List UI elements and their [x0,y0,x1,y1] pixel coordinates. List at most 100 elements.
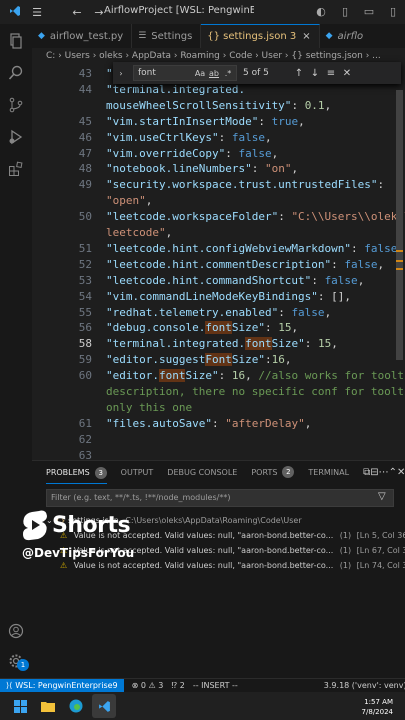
code-line[interactable]: mouseWheelScrollSensitivity": 0.1, [106,99,331,112]
code-token: "vim.useCtrlKeys" [106,130,219,144]
tab-settings-json[interactable]: {} settings.json 3 × [201,24,320,48]
regex-toggle[interactable]: .* [221,69,235,78]
extensions-icon[interactable] [0,154,32,184]
problems-filter-input[interactable]: Filter (e.g. text, **/*.ts, !**/node_mod… [46,489,394,507]
scrollbar-thumb[interactable] [396,90,403,360]
code-line[interactable]: "editor.suggestFontSize":16, [106,353,291,367]
code-line[interactable]: "terminal.integrated.fontSize": 15, [106,337,338,351]
remote-label: WSL: PengwinEnterprise9 [15,681,118,690]
copilot-icon[interactable]: ◐ [309,0,333,24]
more-actions-icon[interactable]: ⋯ [379,467,389,478]
code-line[interactable]: "leetcode.hint.commentDescription": fals… [106,258,384,271]
editor-tabs: ◆ airflow_test.py ☰ Settings {} settings… [32,24,405,48]
code-token: only this one [106,400,193,414]
filter-icon[interactable]: ▽ [378,491,386,502]
code-line[interactable]: "vim.startInInsertMode": true, [106,115,305,128]
tab-output[interactable]: OUTPUT [121,468,154,477]
code-line[interactable]: "notebook.lineNumbers": "on", [106,162,298,175]
code-token: "vim.overrideCopy" [106,146,226,160]
ports-status[interactable]: ⁉ 2 [171,681,185,690]
code-line[interactable]: "files.autoSave": "afterDelay", [106,417,311,430]
python-interpreter[interactable]: 3.9.18 ('venv': venv) [324,681,405,690]
code-line[interactable]: description, there no specific conf for … [106,385,405,398]
source-control-icon[interactable] [0,90,32,120]
run-debug-icon[interactable] [0,122,32,152]
toggle-panel-icon[interactable]: ▭ [357,0,381,24]
code-token: "files.autoSave" [106,416,212,430]
match-word-toggle[interactable]: ab [207,69,221,78]
code-line[interactable]: "vim.useCtrlKeys": false, [106,131,272,144]
tab-problems[interactable]: PROBLEMS 3 [46,466,107,484]
file-explorer-icon[interactable] [36,694,60,718]
vscode-taskbar-icon[interactable] [92,694,116,718]
code-line[interactable]: "leetcode.hint.commandShortcut": false, [106,274,364,287]
line-number: 49 [78,178,92,192]
editor-scrollbar[interactable] [394,64,403,460]
tab-airflow-test[interactable]: ◆ airflow_test.py [32,24,133,48]
next-match-icon[interactable]: ↓ [307,68,323,79]
code-line[interactable]: "redhat.telemetry.enabled": false, [106,306,331,319]
problems-status[interactable]: ⊗ 0 ⚠ 3 [132,681,164,690]
code-token: "leetcode.hint.commandShortcut" [106,273,312,287]
code-token: "on" [264,162,292,176]
code-line[interactable]: only this one [106,401,192,414]
code-line[interactable]: "debug.console.fontSize": 15, [106,321,298,335]
tab-label: PORTS [251,467,278,477]
edge-browser-icon[interactable] [64,694,88,718]
search-icon[interactable] [0,58,32,88]
previous-match-icon[interactable]: ↑ [291,68,307,79]
windows-start-icon[interactable] [8,694,32,718]
find-in-selection-icon[interactable]: ≡ [323,68,339,79]
tab-airflow[interactable]: ◆ airflo [320,24,372,48]
code-token: //also works for tooltip/ [258,369,405,383]
code-token: , [271,146,279,160]
maximize-panel-icon[interactable]: ⌃ [389,467,397,478]
code-token: : [218,130,232,144]
code-token: "open" [106,194,146,208]
code-token: : [278,305,292,319]
toggle-replace-icon[interactable]: › [115,69,127,78]
code-token: "security.workspace.trust.untrustedFiles… [106,178,378,192]
toggle-sidebar-icon[interactable]: ▯ [333,0,357,24]
problem-location: [Ln 74, Col 36] [356,561,405,570]
warning-icon: ⚠ [60,561,68,570]
problem-location: [Ln 67, Col 36] [356,546,405,555]
tab-ports[interactable]: PORTS 2 [251,466,295,478]
code-line[interactable]: "terminal.integrated. [106,83,245,96]
accounts-icon[interactable] [0,616,32,646]
code-line[interactable]: "leetcode.hint.configWebviewMarkdown": f… [106,242,404,255]
match-case-toggle[interactable]: Aa [193,69,207,78]
code-line[interactable]: "vim.commandLineModeKeyBindings": [], [106,290,351,303]
tab-settings-ui[interactable]: ☰ Settings [132,24,202,48]
shorts-text: Shorts [52,512,131,538]
code-line[interactable]: "vim.overrideCopy": false, [106,147,278,160]
code-editor[interactable]: 43"editor.mouseWheelScrollSensitivity": … [32,64,405,460]
code-token: leetcode" [106,226,166,239]
code-line[interactable]: "open", [106,194,152,207]
code-line[interactable]: "leetcode.workspaceFolder": "C:\\Users\\… [106,210,405,223]
close-find-icon[interactable]: ✕ [339,68,355,79]
tab-terminal[interactable]: TERMINAL [308,468,349,477]
tab-debug-console[interactable]: DEBUG CONSOLE [167,468,237,477]
code-line[interactable]: "security.workspace.trust.untrustedFiles… [106,178,384,191]
remote-indicator[interactable]: ⟩⟨ WSL: PengwinEnterprise9 [0,678,124,693]
explorer-icon[interactable] [0,26,32,56]
code-line[interactable]: leetcode", [106,226,172,239]
code-token: false [291,305,325,319]
taskbar-clock[interactable]: 1:57 AM 7/8/2024 [362,697,393,717]
code-line[interactable]: "editor.fontSize": 16, //also works for … [106,369,405,383]
tab-label: DEBUG CONSOLE [167,467,238,477]
menu-icon[interactable]: ☰ [26,6,48,19]
code-token: "editor.suggest [106,353,206,367]
back-arrow-icon[interactable]: ← [66,6,88,19]
toggle-secondary-sidebar-icon[interactable]: ▯ [381,0,405,24]
code-token: false [238,146,272,160]
code-token: "afterDelay" [225,416,305,430]
window-title[interactable]: AirflowProject [WSL: PengwinEnterpri [104,5,254,16]
code-token: , [304,416,312,430]
collapse-all-icon[interactable]: ⊟ [370,467,378,478]
problem-row[interactable]: ⚠ Value is not accepted. Valid values: n… [46,561,405,570]
close-panel-icon[interactable]: ✕ [397,467,405,478]
split-view-icon[interactable]: ⧉ [363,467,370,478]
close-icon[interactable]: × [302,31,310,42]
